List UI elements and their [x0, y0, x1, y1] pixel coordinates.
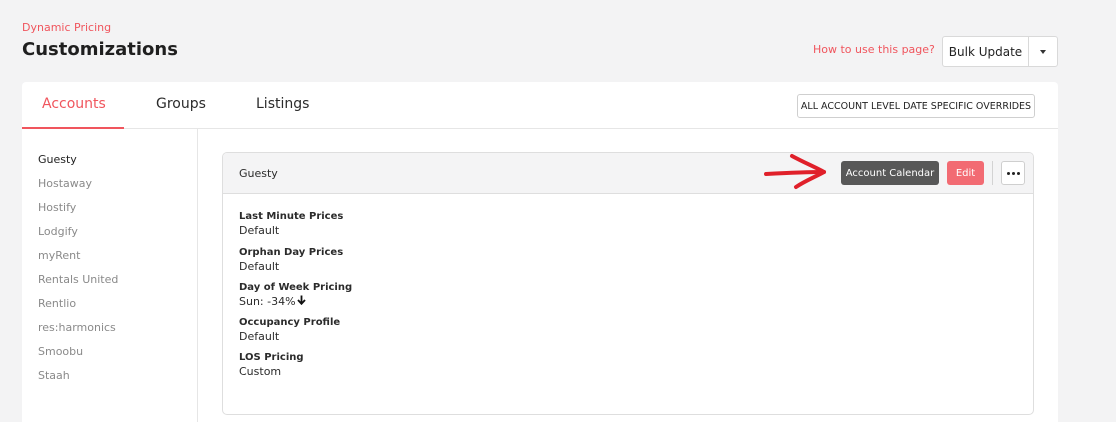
- field-label: Occupancy Profile: [239, 317, 341, 328]
- page-title: Customizations: [22, 39, 178, 60]
- account-settings-panel: Guesty Account Calendar Edit Last Minute…: [222, 152, 1034, 415]
- sidebar-item-guesty[interactable]: Guesty: [38, 153, 77, 166]
- ellipsis-icon: [1006, 171, 1010, 175]
- bulk-update-dropdown-toggle[interactable]: [1028, 37, 1057, 66]
- field-occupancy-profile: Occupancy Profile Default: [239, 317, 340, 344]
- field-value: Default: [239, 224, 280, 237]
- sidebar-item-hostaway[interactable]: Hostaway: [38, 177, 92, 190]
- field-day-of-week-pricing: Day of Week Pricing Sun: -34%: [239, 282, 352, 309]
- sidebar-item-myrent[interactable]: myRent: [38, 249, 80, 262]
- sidebar-item-res-harmonics[interactable]: res:harmonics: [38, 321, 116, 334]
- red-arrow-annotation: [764, 154, 826, 189]
- panel-title: Guesty: [239, 167, 278, 180]
- bulk-update-button[interactable]: Bulk Update: [943, 37, 1028, 66]
- field-last-minute-prices: Last Minute Prices Default: [239, 211, 343, 238]
- sidebar-item-rentals-united[interactable]: Rentals United: [38, 273, 118, 286]
- field-label: Day of Week Pricing: [239, 282, 353, 293]
- field-orphan-day-prices: Orphan Day Prices Default: [239, 247, 343, 274]
- field-value-row: Sun: -34%: [239, 294, 352, 309]
- panel-header: Guesty Account Calendar Edit: [223, 153, 1033, 194]
- sidebar-item-lodgify[interactable]: Lodgify: [38, 225, 78, 238]
- sidebar-item-staah[interactable]: Staah: [38, 369, 70, 382]
- field-value: Default: [239, 260, 280, 273]
- chevron-down-icon: [1040, 49, 1046, 54]
- help-link[interactable]: How to use this page?: [813, 43, 935, 56]
- sidebar-item-smoobu[interactable]: Smoobu: [38, 345, 83, 358]
- tab-bar: Accounts Groups Listings ALL ACCOUNT LEV…: [22, 82, 1058, 129]
- field-value: Default: [239, 330, 280, 343]
- field-value: Custom: [239, 365, 282, 378]
- account-calendar-button[interactable]: Account Calendar: [841, 161, 939, 185]
- more-options-button[interactable]: [1001, 161, 1025, 185]
- field-value: Sun: -34%: [239, 295, 296, 308]
- arrow-down-icon: [296, 294, 306, 309]
- field-label: LOS Pricing: [239, 352, 304, 363]
- all-overrides-button[interactable]: ALL ACCOUNT LEVEL DATE SPECIFIC OVERRIDE…: [797, 94, 1035, 118]
- field-label: Last Minute Prices: [239, 211, 344, 222]
- account-sidebar: Guesty Hostaway Hostify Lodgify myRent R…: [22, 129, 198, 422]
- field-label: Orphan Day Prices: [239, 247, 344, 258]
- edit-button[interactable]: Edit: [947, 161, 984, 185]
- header-divider: [992, 161, 993, 185]
- sidebar-item-hostify[interactable]: Hostify: [38, 201, 76, 214]
- bulk-update-split-button: Bulk Update: [942, 36, 1058, 67]
- breadcrumb[interactable]: Dynamic Pricing: [22, 21, 111, 34]
- customizations-card: Accounts Groups Listings ALL ACCOUNT LEV…: [22, 82, 1058, 422]
- sidebar-item-rentlio[interactable]: Rentlio: [38, 297, 76, 310]
- tab-listings[interactable]: Listings: [256, 96, 309, 112]
- tab-accounts[interactable]: Accounts: [42, 96, 106, 112]
- field-los-pricing: LOS Pricing Custom: [239, 352, 304, 379]
- tab-groups[interactable]: Groups: [156, 96, 206, 112]
